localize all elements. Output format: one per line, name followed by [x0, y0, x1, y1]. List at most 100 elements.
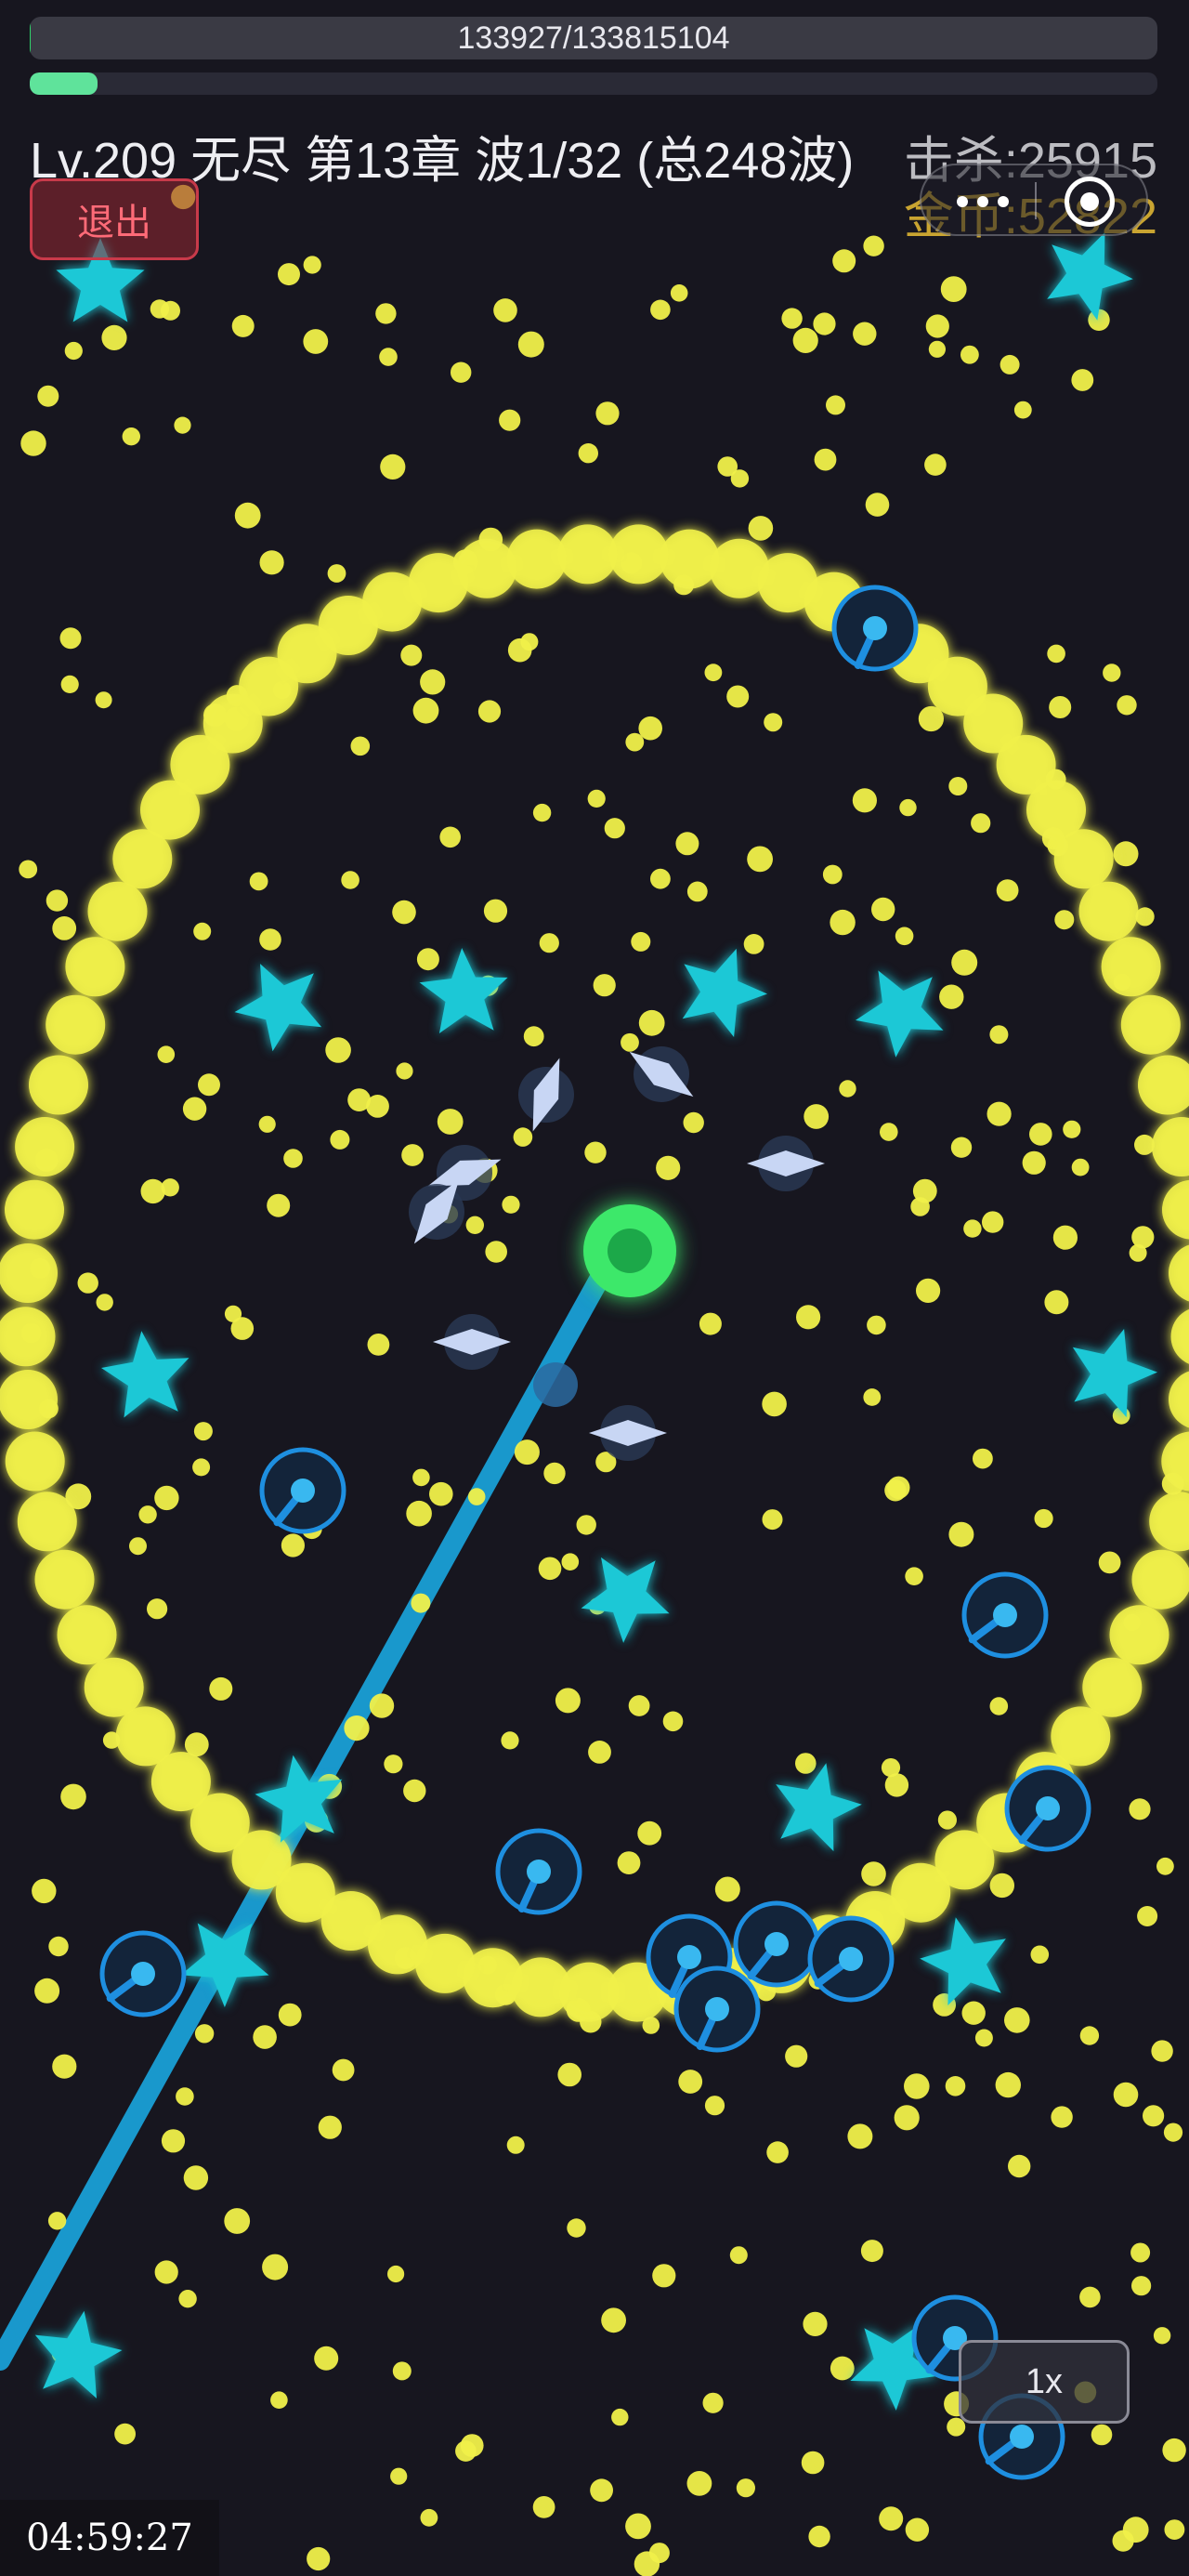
- xp-orb: [865, 493, 890, 517]
- xp-orb: [781, 308, 803, 329]
- xp-orb: [539, 933, 559, 953]
- star-enemy: [1072, 1329, 1157, 1418]
- xp-orb: [52, 916, 77, 940]
- xp-orb: [411, 1593, 431, 1613]
- xp-orb: [960, 345, 979, 364]
- xp-orb: [465, 1216, 484, 1235]
- xp-orb: [396, 1062, 413, 1080]
- xp-orb: [748, 516, 774, 541]
- ring-orb: [5, 1431, 65, 1492]
- xp-orb: [853, 322, 877, 346]
- blade: [518, 1058, 574, 1132]
- xp-orb: [1134, 1134, 1155, 1155]
- ring-enemy: [961, 1571, 1049, 1659]
- xp-orb: [514, 1439, 540, 1465]
- ring-orb: [84, 1657, 144, 1717]
- ring-orb: [660, 529, 720, 589]
- xp-orb: [59, 627, 82, 650]
- xp-orb: [192, 1458, 211, 1477]
- xp-orb: [330, 1129, 350, 1150]
- xp-orb: [194, 2024, 215, 2044]
- ring-enemy: [733, 1900, 820, 1988]
- xp-orb: [122, 427, 140, 446]
- xp-orb: [924, 453, 947, 476]
- playfield[interactable]: [0, 0, 1189, 2576]
- xp-orb: [925, 314, 949, 338]
- xp-orb: [650, 299, 671, 321]
- xp-orb: [193, 1422, 213, 1441]
- ring-enemy: [831, 585, 919, 672]
- xp-orb: [517, 331, 544, 358]
- more-dots-icon[interactable]: [946, 184, 1020, 219]
- xp-orb: [1113, 841, 1139, 867]
- xp-fill: [30, 72, 98, 95]
- xp-orb: [513, 1127, 533, 1147]
- star-enemy: [920, 1917, 1006, 2005]
- xp-orb: [1162, 2438, 1186, 2463]
- ring-orb: [1151, 1117, 1189, 1176]
- speed-button[interactable]: 1x: [959, 2340, 1130, 2424]
- xp-orb: [638, 1009, 665, 1036]
- xp-orb: [611, 2408, 629, 2426]
- xp-orb: [578, 443, 598, 464]
- xp-orb: [341, 871, 359, 889]
- xp-orb: [249, 872, 268, 891]
- star-enemy: [856, 970, 944, 1058]
- xp-orb: [555, 1688, 581, 1714]
- xp-orb: [905, 1567, 923, 1585]
- xp-orb: [1052, 1225, 1078, 1250]
- xp-orb: [1047, 644, 1065, 664]
- xp-orb: [1153, 2327, 1171, 2345]
- xp-orb: [743, 934, 764, 954]
- xp-orb: [538, 1557, 562, 1581]
- xp-orb: [704, 2096, 725, 2116]
- ring-enemy: [673, 1965, 761, 2053]
- xp-orb: [129, 1537, 147, 1556]
- xp-orb: [259, 928, 281, 951]
- star-enemy: [234, 964, 322, 1052]
- star-enemy: [34, 2310, 123, 2399]
- xp-orb: [1063, 1120, 1081, 1138]
- xp-orb: [832, 249, 856, 273]
- xp-orb: [412, 697, 439, 724]
- ring-orb: [457, 538, 517, 598]
- ring-orb: [1053, 829, 1114, 889]
- ring-orb: [1149, 1492, 1189, 1552]
- xp-orb: [884, 1773, 909, 1797]
- xp-orb: [650, 868, 671, 889]
- xp-orb: [678, 2070, 703, 2094]
- xp-orb: [1079, 2026, 1100, 2045]
- ring-enemy: [99, 1930, 187, 2017]
- xp-orb: [532, 803, 552, 822]
- exit-button[interactable]: 退出: [30, 178, 199, 260]
- xp-orb: [532, 2496, 555, 2518]
- xp-orb: [307, 2546, 331, 2571]
- ring-orb: [5, 1179, 64, 1240]
- ring-orb: [1162, 1179, 1189, 1240]
- xp-orb: [729, 2246, 748, 2265]
- xp-orb: [662, 1711, 684, 1732]
- xp-orb: [971, 813, 991, 834]
- star-enemy: [682, 948, 767, 1037]
- xp-orb: [963, 1219, 982, 1238]
- game-screen[interactable]: 133927/133815104 Lv.209 无尽 第13章 波1/32 (总…: [0, 0, 1189, 2576]
- xp-orb: [880, 1123, 898, 1141]
- xp-orb: [1130, 2242, 1151, 2263]
- xp-orb: [881, 1758, 901, 1778]
- xp-orb: [60, 675, 79, 694]
- xp-orb: [231, 314, 255, 337]
- ring-orb: [1078, 881, 1139, 941]
- xp-orb: [867, 1315, 886, 1335]
- xp-orb: [638, 716, 662, 741]
- xp-orb: [455, 2440, 477, 2462]
- xp-orb: [1103, 664, 1121, 682]
- xp-orb: [894, 2105, 920, 2131]
- xp-orb: [387, 2265, 405, 2283]
- star-enemy: [581, 1557, 670, 1643]
- xp-orb: [822, 864, 843, 885]
- hp-bar: 133927/133815104: [30, 17, 1157, 59]
- xp-orb: [47, 2212, 67, 2230]
- xp-orb: [499, 409, 521, 431]
- xp-orb: [161, 2129, 186, 2153]
- capsule-close-icon[interactable]: [1065, 177, 1115, 227]
